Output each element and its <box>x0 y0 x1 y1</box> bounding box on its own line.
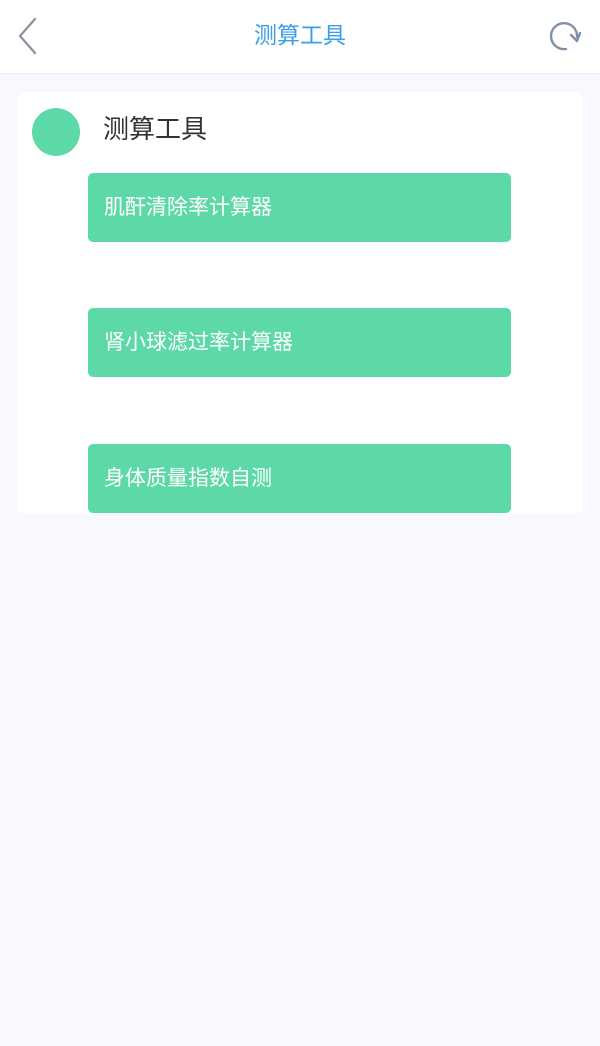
tool-button-label: 肌酐清除率计算器 <box>104 195 272 219</box>
section-dot-icon <box>32 108 80 156</box>
back-button[interactable] <box>8 14 48 58</box>
bmi-self-test-button[interactable]: 身体质量指数自测 <box>88 444 511 513</box>
gfr-calculator-button[interactable]: 肾小球滤过率计算器 <box>88 308 511 377</box>
page-title: 测算工具 <box>254 23 346 49</box>
tool-button-label: 肾小球滤过率计算器 <box>104 330 293 354</box>
nav-bar: 测算工具 <box>0 0 600 74</box>
chevron-left-icon <box>18 17 37 55</box>
refresh-icon <box>549 21 582 51</box>
section-title: 测算工具 <box>103 115 208 145</box>
tools-card: 测算工具 肌酐清除率计算器 肾小球滤过率计算器 身体质量指数自测 <box>17 92 583 514</box>
creatinine-clearance-calculator-button[interactable]: 肌酐清除率计算器 <box>88 173 511 242</box>
tool-button-label: 身体质量指数自测 <box>104 466 272 490</box>
refresh-button[interactable] <box>542 14 586 58</box>
